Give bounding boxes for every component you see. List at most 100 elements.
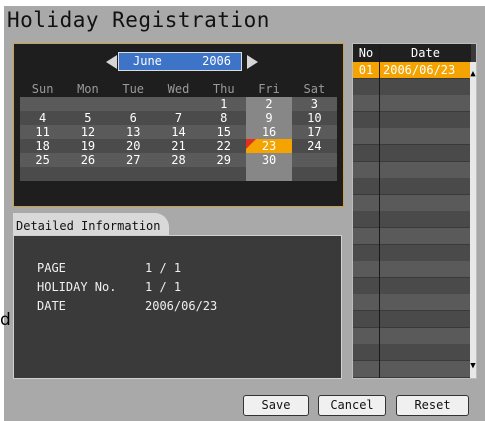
holiday-list: No Date 01 2006/06/23 ▲ ▼ [352,43,477,379]
calendar-day[interactable]: 7 [155,111,202,125]
row-no: 01 [358,63,374,77]
weekday-header: Wed [167,82,190,96]
holiday-list-empty-row[interactable] [353,294,471,311]
calendar-day[interactable]: 27 [110,153,156,167]
calendar-empty-cell [246,167,292,181]
detail-panel: PAGE 1 / 1 HOLIDAY No. 1 / 1 DATE 2006/0… [13,235,342,379]
holiday-list-empty-row[interactable] [353,95,471,112]
list-header: No Date [353,44,471,62]
detail-label: DATE [37,299,66,313]
calendar-day[interactable]: 22 [201,139,247,153]
calendar-day[interactable]: 17 [291,125,337,139]
calendar-empty-cell [110,167,156,181]
weekday-header: Thu [212,82,235,96]
calendar-day[interactable]: 6 [110,111,156,125]
calendar-empty-cell [110,97,156,111]
calendar-day[interactable]: 9 [246,111,292,125]
calendar-empty-cell [65,97,111,111]
reset-button[interactable]: Reset [396,395,469,416]
month-year-display: June 2006 [118,52,242,71]
holiday-list-empty-row[interactable] [353,128,471,145]
calendar-empty-cell [291,167,337,181]
cancel-button[interactable]: Cancel [318,395,386,416]
calendar-empty-cell [20,97,66,111]
weekday-header: Mon [77,82,99,96]
holiday-list-empty-row[interactable] [353,78,471,95]
calendar-day[interactable]: 21 [155,139,202,153]
calendar-day[interactable]: 12 [65,125,111,139]
calendar-day[interactable]: 11 [20,125,66,139]
holiday-list-empty-row[interactable] [353,311,471,327]
calendar-empty-cell [291,153,337,167]
background-text: d [0,310,11,330]
weekday-header: Tue [122,82,145,96]
calendar-day[interactable]: 24 [291,139,337,153]
detail-label: HOLIDAY No. [37,280,117,294]
holiday-list-empty-row[interactable] [353,228,471,244]
holiday-list-empty-row[interactable] [353,277,471,294]
calendar-day[interactable]: 14 [155,125,202,139]
weekday-header: Sat [303,82,326,96]
holiday-list-row[interactable]: 01 2006/06/23 [353,62,471,78]
holiday-list-empty-row[interactable] [353,244,471,261]
calendar-empty-cell [20,167,66,181]
calendar-day[interactable]: 4 [20,111,66,125]
calendar-day[interactable]: 2 [246,97,292,111]
column-header-date: Date [411,46,440,60]
calendar-day[interactable]: 16 [246,125,292,139]
dialog-title: Holiday Registration [7,8,270,32]
calendar-grid: Sun Mon Tue Wed Thu Fri Sat 1 2 3 4 5 6 7 8 9 10 11 12 13 14… [20,81,337,181]
detail-label: PAGE [37,261,66,275]
save-button[interactable]: Save [243,395,309,416]
detail-value: 2006/06/23 [145,299,218,313]
calendar-day[interactable]: 13 [110,125,156,139]
calendar-header: June 2006 [14,52,343,72]
month-label: June [133,54,162,68]
calendar-day[interactable]: 10 [291,111,337,125]
selected-day-label: 23 [261,139,277,153]
detail-value: 1 / 1 [145,261,182,275]
calendar-day-selected[interactable]: 23 [246,139,292,153]
next-month-arrow-icon[interactable] [247,55,258,69]
year-label: 2006 [202,54,231,68]
calendar-empty-cell [155,97,202,111]
list-scrollbar[interactable] [470,62,476,378]
scroll-up-arrow-icon[interactable]: ▲ [470,66,476,82]
calendar-empty-cell [201,167,247,181]
calendar-day[interactable]: 29 [201,153,247,167]
holiday-list-empty-row[interactable] [353,178,471,195]
holiday-list-empty-row[interactable] [353,145,471,161]
holiday-list-empty-row[interactable] [353,111,471,128]
calendar-day[interactable]: 30 [246,153,292,167]
calendar-day[interactable]: 20 [110,139,156,153]
weekday-header: Fri [258,82,280,96]
weekday-header: Sun [31,82,54,96]
calendar-day[interactable]: 15 [201,125,247,139]
holiday-list-empty-row[interactable] [353,344,471,361]
calendar-day[interactable]: 8 [201,111,247,125]
calendar-day[interactable]: 5 [65,111,111,125]
holiday-list-empty-row[interactable] [353,194,471,211]
previous-month-arrow-icon[interactable] [106,55,117,69]
calendar-empty-cell [65,167,111,181]
scroll-down-arrow-icon[interactable]: ▼ [470,358,476,374]
calendar-day[interactable]: 3 [291,97,337,111]
calendar-day[interactable]: 28 [155,153,202,167]
calendar-day[interactable]: 26 [65,153,111,167]
holiday-list-empty-row[interactable] [353,211,471,228]
holiday-marker-icon [246,139,257,149]
calendar-day[interactable]: 1 [201,97,247,111]
holiday-list-empty-row[interactable] [353,161,471,178]
calendar-empty-cell [155,167,202,181]
holiday-list-empty-row[interactable] [353,360,471,377]
column-header-no: No [358,46,374,60]
holiday-list-empty-row[interactable] [353,261,471,278]
calendar: June 2006 Sun Mon Tue Wed Thu Fri Sat 1 2 3 4 5 6 7 8 9… [13,43,344,207]
detailed-information-tab: Detailed Information [13,213,169,235]
holiday-list-empty-row[interactable] [353,327,471,344]
calendar-day[interactable]: 19 [65,139,111,153]
row-date: 2006/06/23 [383,63,456,77]
calendar-day[interactable]: 18 [20,139,66,153]
column-divider [379,44,380,378]
calendar-day[interactable]: 25 [20,153,66,167]
